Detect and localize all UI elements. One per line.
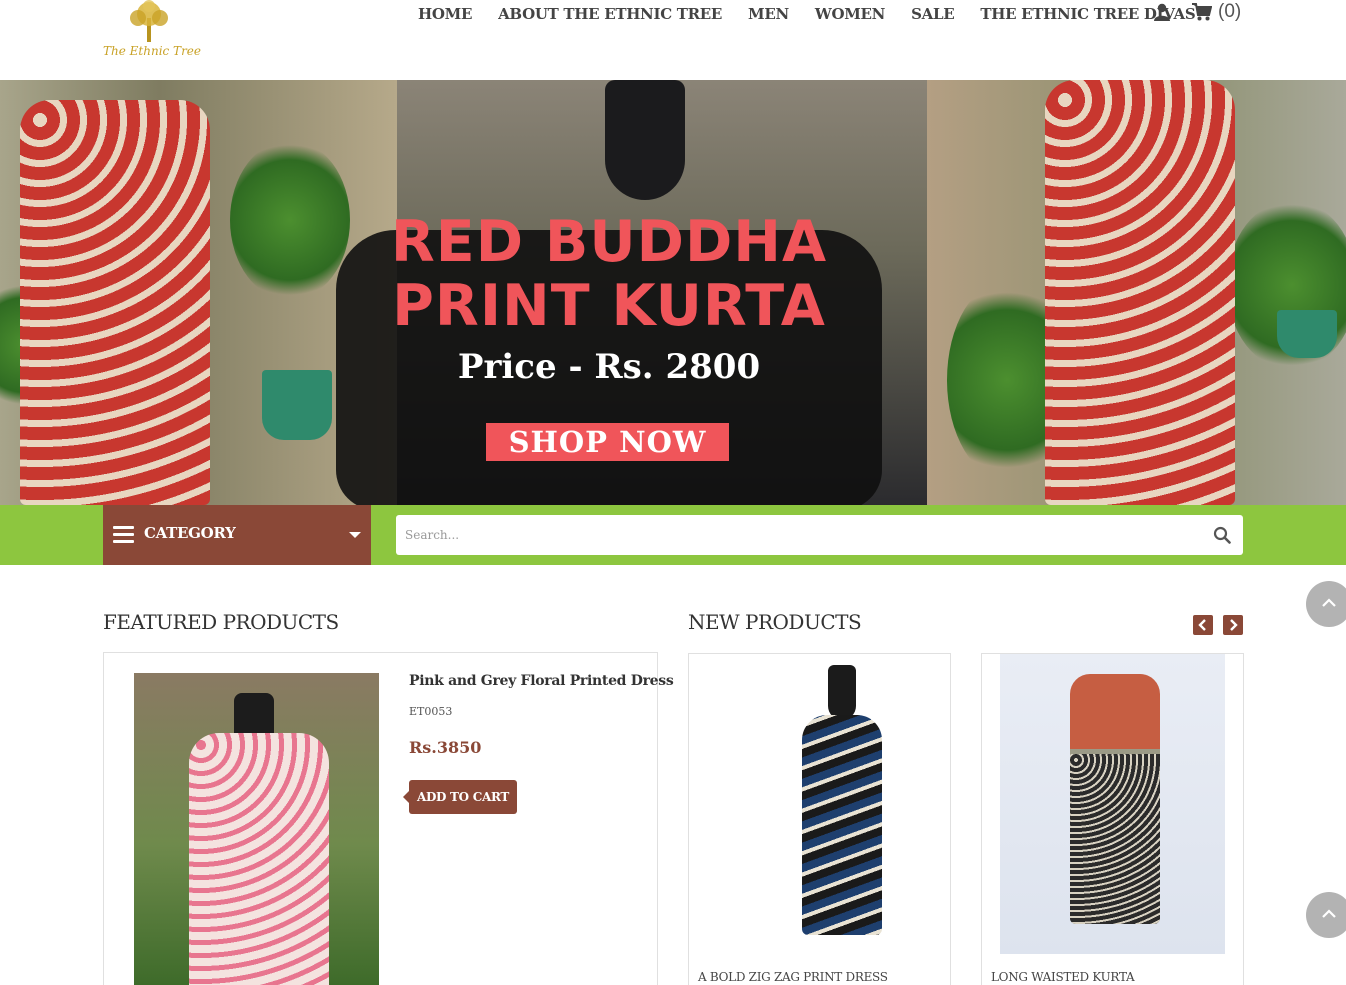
banner-headline-line1: RED BUDDHA <box>390 209 828 275</box>
banner-headline-line2: PRINT KURTA <box>392 273 826 339</box>
cart-count[interactable]: (0) <box>1218 1 1241 23</box>
scroll-top-button[interactable] <box>1306 892 1346 938</box>
tree-logo-icon <box>130 0 168 42</box>
nav-women[interactable]: WOMEN <box>815 5 885 23</box>
mannequin <box>605 80 685 200</box>
site-header: The Ethnic Tree HOME ABOUT THE ETHNIC TR… <box>0 0 1346 80</box>
new-products-title: NEW PRODUCTS <box>688 610 862 634</box>
featured-product-name[interactable]: Pink and Grey Floral Printed Dress <box>409 673 674 689</box>
logo-text: The Ethnic Tree <box>103 44 202 58</box>
chevron-up-icon <box>1322 909 1336 918</box>
category-label: CATEGORY <box>144 524 236 542</box>
main-nav: HOME ABOUT THE ETHNIC TREE MEN WOMEN SAL… <box>418 5 1221 23</box>
caret-down-icon <box>349 532 361 538</box>
scroll-top-button[interactable] <box>1306 581 1346 627</box>
featured-products-title: FEATURED PRODUCTS <box>103 610 339 634</box>
logo[interactable]: The Ethnic Tree <box>103 0 201 62</box>
add-to-cart-button[interactable]: ADD TO CART <box>403 780 517 814</box>
product-image-zigzag-dress[interactable] <box>780 665 900 945</box>
user-icon[interactable] <box>1153 3 1171 21</box>
chevron-right-icon <box>1230 619 1238 631</box>
search-input[interactable] <box>396 515 1243 555</box>
product-image-waisted-kurta[interactable] <box>1000 654 1225 954</box>
product-name[interactable]: A BOLD ZIG ZAG PRINT DRESS <box>698 970 888 984</box>
hamburger-icon <box>113 526 134 543</box>
cart-icon[interactable] <box>1192 3 1212 21</box>
kurta-image-right <box>1045 80 1235 505</box>
shop-now-button[interactable]: SHOP NOW <box>486 423 729 461</box>
nav-sale[interactable]: SALE <box>911 5 955 23</box>
search-icon[interactable] <box>1213 526 1231 544</box>
banner-price: Price - Rs. 2800 <box>457 347 761 387</box>
kurta-image-left <box>20 100 210 505</box>
featured-product-price: Rs.3850 <box>409 738 482 757</box>
product-name[interactable]: LONG WAISTED KURTA <box>991 970 1135 984</box>
chevron-up-icon <box>1322 598 1336 607</box>
chevron-left-icon <box>1198 619 1206 631</box>
featured-product-image[interactable] <box>134 673 379 985</box>
carousel-next-button[interactable] <box>1223 615 1243 635</box>
carousel-prev-button[interactable] <box>1193 615 1213 635</box>
featured-product-sku: ET0053 <box>409 705 453 718</box>
nav-about[interactable]: ABOUT THE ETHNIC TREE <box>498 5 722 23</box>
nav-home[interactable]: HOME <box>418 5 472 23</box>
category-dropdown[interactable]: CATEGORY <box>103 505 371 565</box>
nav-men[interactable]: MEN <box>748 5 789 23</box>
